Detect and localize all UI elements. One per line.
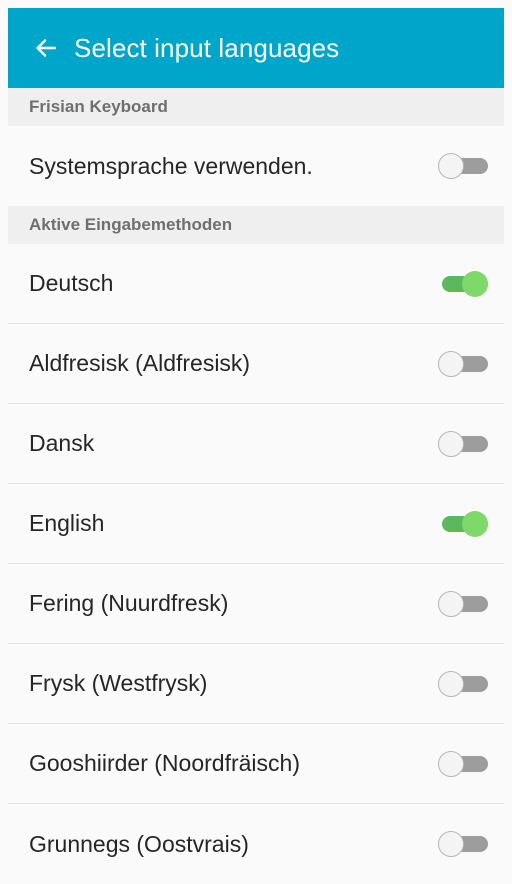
toggle-switch[interactable] [436,589,490,619]
toggle-thumb [438,750,464,777]
language-label: Fering (Nuurdfresk) [29,590,229,616]
language-row-grunnegs[interactable]: Grunnegs (Oostvrais) [8,804,504,884]
language-row-english[interactable]: English [8,484,504,564]
app-bar: Select input languages [8,8,504,88]
language-label: Grunnegs (Oostvrais) [29,830,249,857]
toggle-thumb [438,153,464,179]
language-row-frysk[interactable]: Frysk (Westfrysk) [8,644,504,724]
language-label: Deutsch [29,270,114,296]
toggle-thumb [438,590,464,617]
language-label: Gooshiirder (Noordfräisch) [29,750,300,776]
toggle-switch[interactable] [436,429,490,459]
section-header-frisian-keyboard: Frisian Keyboard [8,88,504,126]
toggle-thumb [462,270,488,297]
toggle-switch[interactable] [436,269,490,299]
toggle-switch[interactable] [436,349,490,379]
arrow-left-icon [34,36,58,60]
page-title: Select input languages [74,32,340,63]
language-row-deutsch[interactable]: Deutsch [8,244,504,324]
toggle-thumb [438,430,464,457]
toggle-switch[interactable] [436,151,490,181]
language-label: Aldfresisk (Aldfresisk) [29,350,251,376]
language-row-aldfresisk[interactable]: Aldfresisk (Aldfresisk) [8,324,504,404]
language-row-dansk[interactable]: Dansk [8,404,504,484]
language-label: English [29,510,105,536]
toggle-switch[interactable] [436,509,490,539]
language-row-fering[interactable]: Fering (Nuurdfresk) [8,564,504,644]
back-button[interactable] [24,26,68,70]
toggle-thumb [438,831,464,857]
toggle-switch[interactable] [436,669,490,699]
setting-row-use-system-language[interactable]: Systemsprache verwenden. [8,126,504,206]
toggle-switch[interactable] [436,829,490,859]
settings-list: Frisian Keyboard Systemsprache verwenden… [8,88,504,884]
setting-label: Systemsprache verwenden. [29,152,313,179]
section-header-active-input-methods: Aktive Eingabemethoden [8,206,504,244]
toggle-thumb [438,670,464,697]
toggle-thumb [462,510,488,537]
language-row-gooshiirder[interactable]: Gooshiirder (Noordfräisch) [8,724,504,804]
toggle-thumb [438,350,464,377]
language-label: Frysk (Westfrysk) [29,670,208,696]
toggle-switch[interactable] [436,749,490,779]
language-label: Dansk [29,430,95,456]
